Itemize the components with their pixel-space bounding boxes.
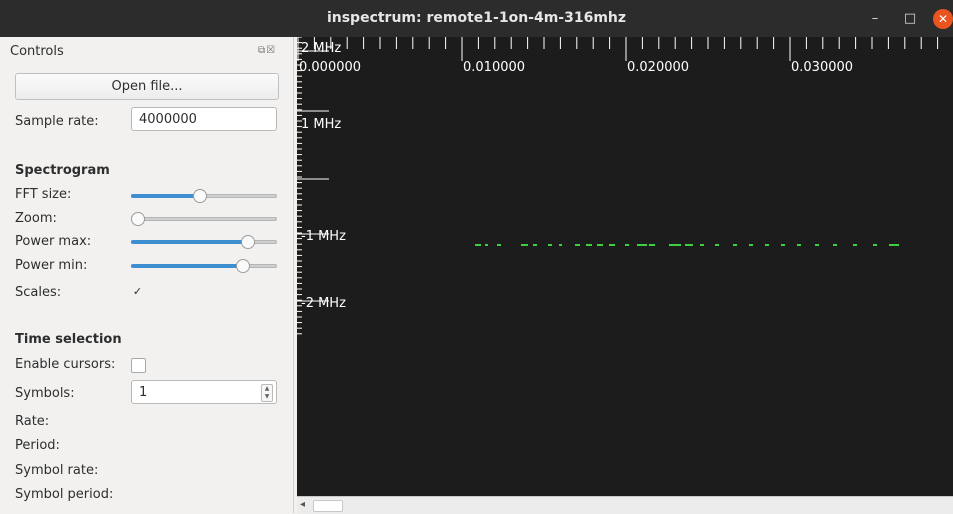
power-max-slider[interactable] [131,235,277,249]
rate-label: Rate: [15,414,50,429]
symbols-value: 1 [139,385,148,400]
signal-burst [609,244,615,246]
signal-burst [700,244,704,246]
signal-burst [685,244,693,246]
signal-burst [521,244,528,246]
power-min-slider[interactable] [131,259,277,273]
time-tick-label: 0.020000 [627,60,689,75]
freq-tick-label: 1 MHz [301,117,341,132]
signal-burst [765,244,769,246]
signal-burst [497,244,501,246]
controls-panel: Controls ⧉☒ Open file... Sample rate: 40… [0,37,294,513]
signal-burst [586,244,592,246]
zoom-slider[interactable] [131,212,277,226]
signal-burst [575,244,580,246]
maximize-icon[interactable]: □ [901,10,919,28]
dock-float-close-icons[interactable]: ⧉☒ [258,45,276,56]
freq-tick-label: 2 MHz [301,41,341,56]
spectrogram-view[interactable]: 0.000000 0.010000 0.020000 0.030000 2 MHz 1 M… [297,37,953,496]
power-max-label: Power max: [15,234,92,249]
spin-arrows-icon[interactable]: ▲ ▼ [261,384,273,402]
slider-handle[interactable] [192,189,207,203]
signal-burst [548,244,552,246]
signal-burst [715,244,719,246]
scrollbar-thumb[interactable] [313,500,343,512]
title-bar: inspectrum: remote1-1on-4m-316mhz – □ ✕ [0,0,953,37]
freq-tick-label: -2 MHz [301,296,346,311]
scales-checkbox[interactable]: ✓ [131,285,144,298]
minimize-icon[interactable]: – [866,10,884,28]
spectrogram-canvas[interactable]: 0.000000 0.010000 0.020000 0.030000 2 MHz 1 M… [297,37,953,496]
scroll-left-icon[interactable]: ◂ [300,499,305,510]
signal-burst [625,244,629,246]
symbol-period-label: Symbol period: [15,487,114,502]
fft-size-slider[interactable] [131,189,277,203]
period-label: Period: [15,438,60,453]
time-tick-label: 0.000000 [299,60,361,75]
signal-burst [749,244,753,246]
symbols-spinbox[interactable]: 1 ▲ ▼ [131,380,277,404]
signal-burst [889,244,899,246]
enable-cursors-checkbox[interactable] [131,358,146,373]
signal-burst [797,244,801,246]
freq-tick-label: -1 MHz [301,229,346,244]
power-min-label: Power min: [15,258,88,273]
horizontal-scrollbar[interactable]: ◂ [297,496,953,514]
signal-burst [637,244,647,246]
time-selection-heading: Time selection [15,332,122,347]
signal-burst [533,244,537,246]
fft-size-label: FFT size: [15,187,72,202]
close-icon[interactable]: ✕ [933,9,953,29]
symbol-rate-label: Symbol rate: [15,463,99,478]
scales-label: Scales: [15,285,62,300]
spectrogram-heading: Spectrogram [15,163,110,178]
zoom-label: Zoom: [15,211,57,226]
open-file-button[interactable]: Open file... [15,73,279,100]
signal-burst [669,244,681,246]
time-tick-label: 0.010000 [463,60,525,75]
signal-burst [873,244,877,246]
sample-rate-label: Sample rate: [15,114,99,129]
signal-burst [781,244,785,246]
enable-cursors-label: Enable cursors: [15,357,116,372]
slider-handle[interactable] [240,235,255,249]
signal-burst [485,244,488,246]
signal-burst [559,244,562,246]
slider-handle[interactable] [236,259,251,273]
window-title: inspectrum: remote1-1on-4m-316mhz [326,10,627,26]
sample-rate-input[interactable]: 4000000 [131,107,277,131]
dock-title: Controls [10,44,64,59]
signal-burst [597,244,603,246]
signal-burst [815,244,819,246]
symbols-label: Symbols: [15,386,75,401]
signal-burst [733,244,737,246]
signal-burst [833,244,837,246]
signal-burst [649,244,655,246]
signal-burst [853,244,857,246]
signal-burst [475,244,481,246]
time-tick-label: 0.030000 [791,60,853,75]
slider-handle[interactable] [131,212,145,226]
